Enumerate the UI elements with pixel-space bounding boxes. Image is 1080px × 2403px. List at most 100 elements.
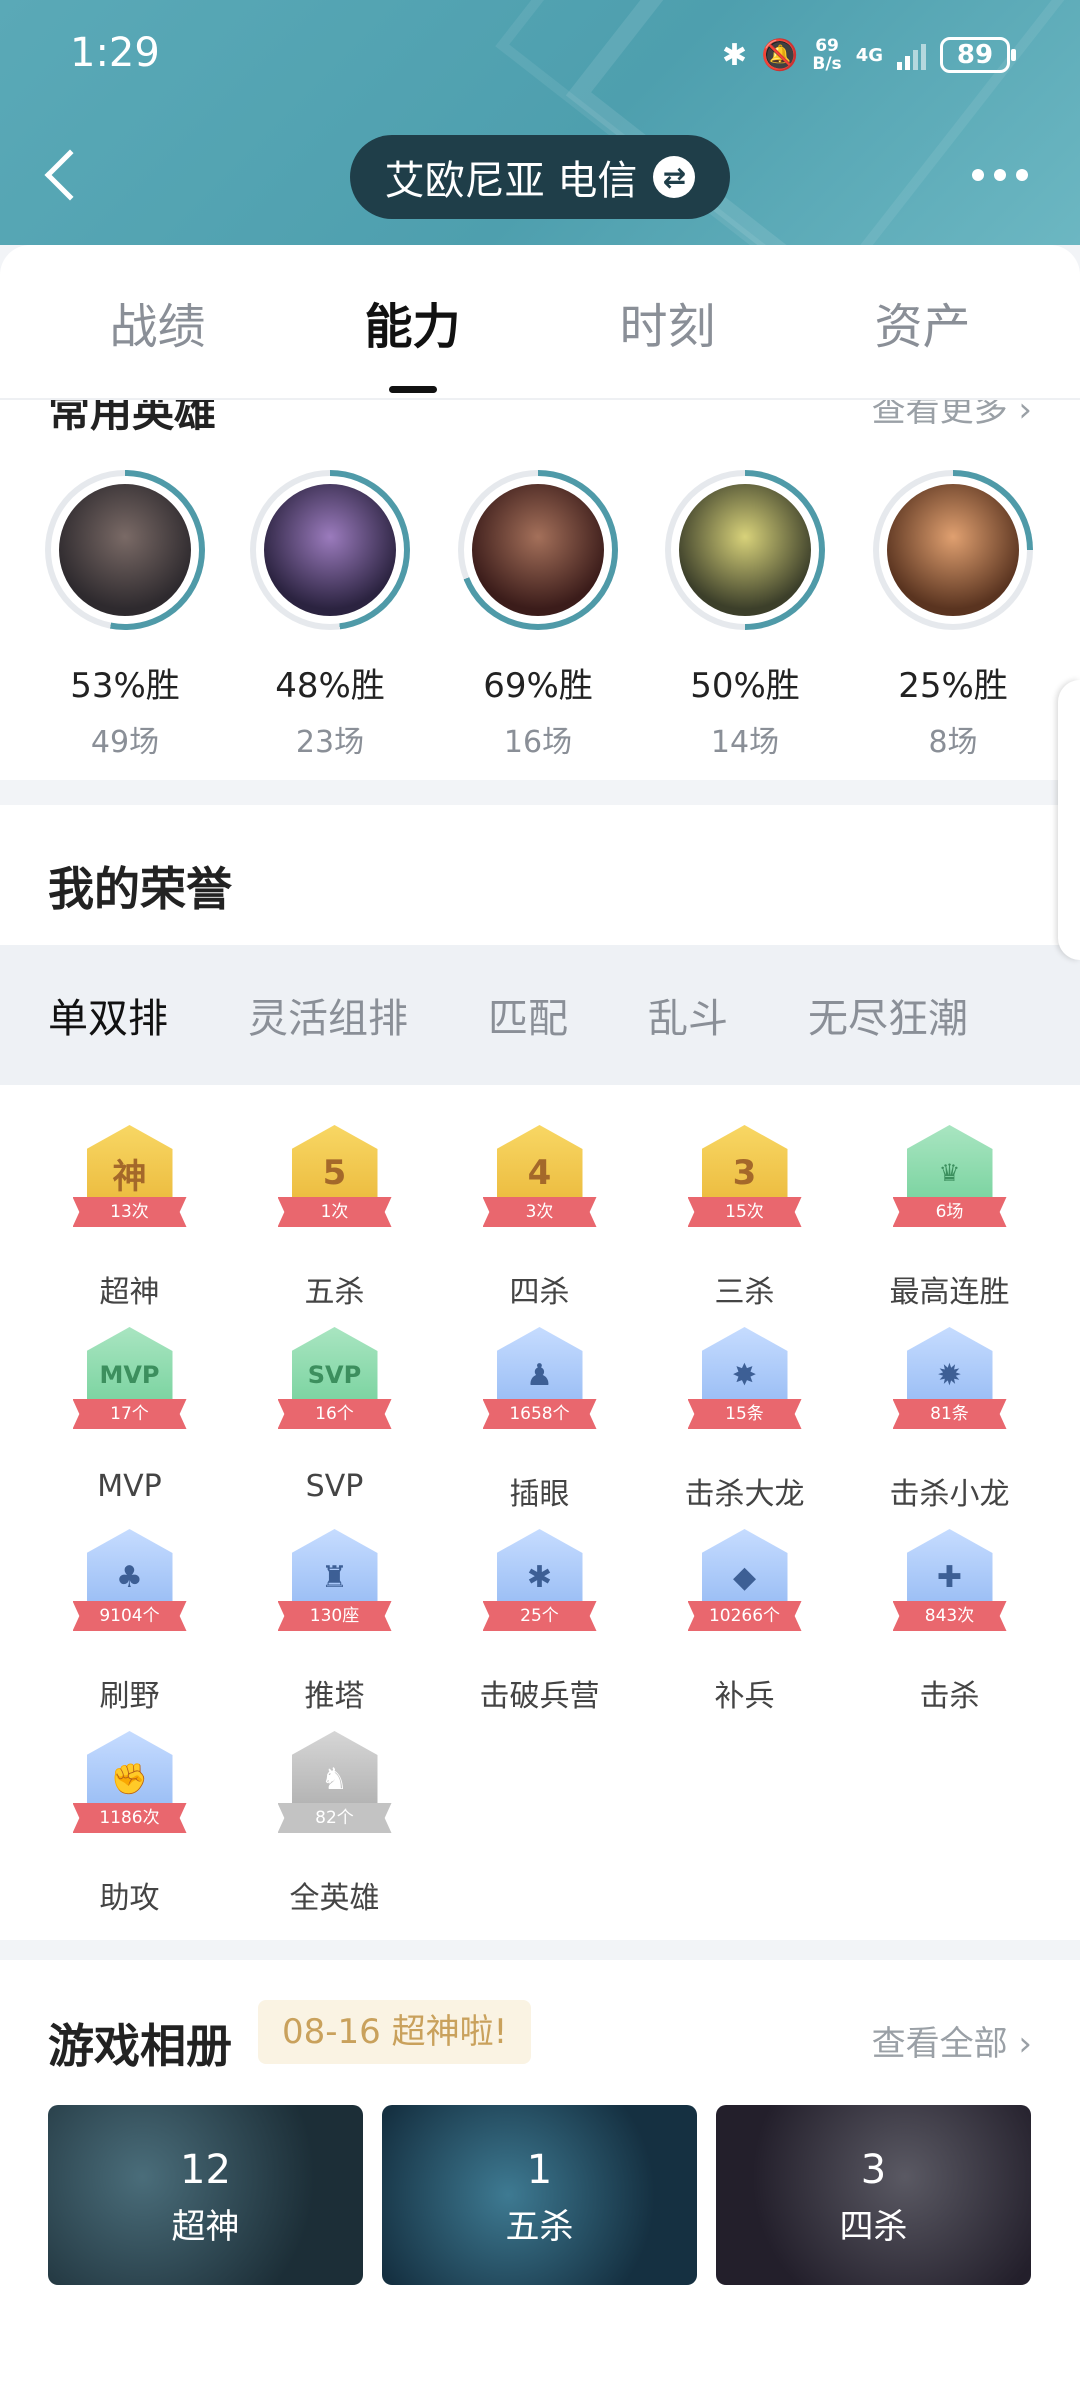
- album-label: 超神: [171, 2207, 240, 2247]
- tab-ability[interactable]: 能力: [313, 287, 513, 393]
- badge-assists[interactable]: ✊ 1186次 助攻: [27, 1731, 232, 1917]
- header: 1:29 ✱ 🔕 69 B/s 4G 89 艾欧尼亚 电信 ⇄: [0, 0, 1080, 245]
- hero-games: 16场: [503, 725, 573, 760]
- hero-win-rate: 50%胜: [690, 666, 800, 706]
- badge-name: 全英雄: [289, 1881, 380, 1916]
- album-latest-tag[interactable]: 08-16 超神啦!: [258, 2000, 532, 2064]
- badge-win-streak[interactable]: ♛ 6场 最高连胜: [847, 1125, 1052, 1311]
- badge-count: 130座: [277, 1601, 392, 1631]
- badge-all-champions[interactable]: ♞ 82个 全英雄: [232, 1731, 437, 1917]
- album-count: 3: [860, 2147, 887, 2193]
- battery-indicator: 89: [940, 37, 1016, 73]
- hero-item[interactable]: 48%胜 23场: [245, 470, 415, 761]
- mode-ranked-solo[interactable]: 单双排: [48, 986, 168, 1044]
- badge-count: 17个: [72, 1399, 187, 1429]
- tab-moments[interactable]: 时刻: [568, 287, 768, 357]
- badge-kills[interactable]: ✚ 843次 击杀: [847, 1529, 1052, 1715]
- album-item[interactable]: 12 超神: [48, 2105, 363, 2285]
- net-speed: 69 B/s: [812, 36, 842, 74]
- badge-name: 助攻: [99, 1881, 160, 1916]
- swap-icon: ⇄: [653, 156, 696, 198]
- queue-mode-bar: 单双排 灵活组排 匹配 乱斗 无尽狂潮: [0, 945, 1080, 1085]
- badge-name: 击破兵营: [479, 1679, 600, 1714]
- badge-count: 82个: [277, 1803, 392, 1833]
- win-rate-ring: [873, 470, 1033, 630]
- badge-baron[interactable]: ✸ 15条 击杀大龙: [642, 1327, 847, 1513]
- hero-win-rate: 69%胜: [483, 666, 593, 706]
- win-rate-ring: [45, 470, 205, 630]
- mode-normal[interactable]: 匹配: [488, 986, 568, 1044]
- hero-item[interactable]: 69%胜 16场: [453, 470, 623, 761]
- hero-item[interactable]: 50%胜 14场: [660, 470, 830, 761]
- badge-name: 三杀: [714, 1275, 775, 1310]
- hero-games: 14场: [710, 725, 780, 760]
- badge-name: 五杀: [304, 1275, 365, 1310]
- badge-count: 25个: [482, 1601, 597, 1631]
- server-switcher[interactable]: 艾欧尼亚 电信 ⇄: [350, 135, 730, 219]
- heroes-card: 常用英雄 查看更多 › 53%胜 49场 48%胜 23场 69%胜 16场 5…: [0, 400, 1080, 780]
- win-rate-ring: [250, 470, 410, 630]
- status-time: 1:29: [70, 30, 160, 76]
- badge-legendary[interactable]: 神 13次 超神: [27, 1125, 232, 1311]
- heroes-more-link[interactable]: 查看更多 ›: [872, 400, 1032, 431]
- badge-cs[interactable]: ◆ 10266个 补兵: [642, 1529, 847, 1715]
- badge-count: 13次: [72, 1197, 187, 1227]
- badge-mvp[interactable]: MVP 17个 MVP: [27, 1327, 232, 1504]
- badge-name: 击杀: [919, 1679, 980, 1714]
- more-options-button[interactable]: [960, 150, 1040, 200]
- badge-name: 击杀小龙: [889, 1477, 1010, 1512]
- hero-win-rate: 25%胜: [898, 666, 1008, 706]
- hero-avatar: [256, 476, 404, 624]
- mode-endless[interactable]: 无尽狂潮: [808, 986, 968, 1044]
- badge-name: 击杀大龙: [684, 1477, 805, 1512]
- hero-item[interactable]: 25%胜 8场: [868, 470, 1038, 761]
- signal-icon: [897, 40, 926, 70]
- album-count: 1: [526, 2147, 553, 2193]
- bluetooth-icon: ✱: [721, 37, 748, 73]
- badge-wards[interactable]: ♟ 1658个 插眼: [437, 1327, 642, 1513]
- network-type: 4G: [855, 44, 883, 66]
- album-view-all-link[interactable]: 查看全部 ›: [872, 2016, 1032, 2065]
- badge-dragon[interactable]: ✹ 81条 击杀小龙: [847, 1327, 1052, 1513]
- hero-win-rate: 53%胜: [70, 666, 180, 706]
- hero-avatar: [671, 476, 819, 624]
- hero-item[interactable]: 53%胜 49场: [40, 470, 210, 761]
- badge-quadrakill[interactable]: 4 3次 四杀: [437, 1125, 642, 1311]
- badge-triplekill[interactable]: 3 15次 三杀: [642, 1125, 847, 1311]
- album-item[interactable]: 1 五杀: [382, 2105, 697, 2285]
- tab-assets[interactable]: 资产: [823, 287, 1023, 357]
- tab-bar: 战绩 能力 时刻 资产: [0, 245, 1080, 400]
- dot-icon: [972, 169, 984, 181]
- badge-name: MVP: [97, 1469, 162, 1504]
- hero-games: 8场: [928, 725, 978, 760]
- back-button[interactable]: [40, 140, 100, 210]
- side-drawer-handle[interactable]: [1058, 680, 1080, 960]
- album-title: 游戏相册: [48, 2019, 232, 2073]
- win-rate-ring: [458, 470, 618, 630]
- badge-inhibitors[interactable]: ✱ 25个 击破兵营: [437, 1529, 642, 1715]
- dot-icon: [1016, 169, 1028, 181]
- badge-pentakill[interactable]: 5 1次 五杀: [232, 1125, 437, 1311]
- album-item[interactable]: 3 四杀: [716, 2105, 1031, 2285]
- badge-name: 插眼: [509, 1477, 570, 1512]
- mode-aram[interactable]: 乱斗: [648, 986, 728, 1044]
- badge-name: 推塔: [304, 1679, 365, 1714]
- hero-games: 23场: [295, 725, 365, 760]
- badge-name: 超神: [99, 1275, 160, 1310]
- tab-record[interactable]: 战绩: [58, 287, 258, 357]
- album-count: 12: [180, 2147, 231, 2193]
- badge-jungle[interactable]: ♣ 9104个 刷野: [27, 1529, 232, 1715]
- badge-count: 843次: [892, 1601, 1007, 1631]
- mode-ranked-flex[interactable]: 灵活组排: [248, 986, 408, 1044]
- album-label: 五杀: [505, 2207, 574, 2247]
- badge-count: 1658个: [482, 1399, 597, 1429]
- badge-count: 6场: [892, 1197, 1007, 1227]
- chevron-left-icon: [44, 149, 96, 201]
- badge-count: 1次: [277, 1197, 392, 1227]
- badge-towers[interactable]: ♜ 130座 推塔: [232, 1529, 437, 1715]
- hero-avatar: [879, 476, 1027, 624]
- honor-card: 我的荣誉 单双排 灵活组排 匹配 乱斗 无尽狂潮 神 13次 超神 5 1次 五杀 …: [0, 805, 1080, 1940]
- hero-avatar: [464, 476, 612, 624]
- badge-count: 10266个: [687, 1601, 802, 1631]
- badge-svp[interactable]: SVP 16个 SVP: [232, 1327, 437, 1504]
